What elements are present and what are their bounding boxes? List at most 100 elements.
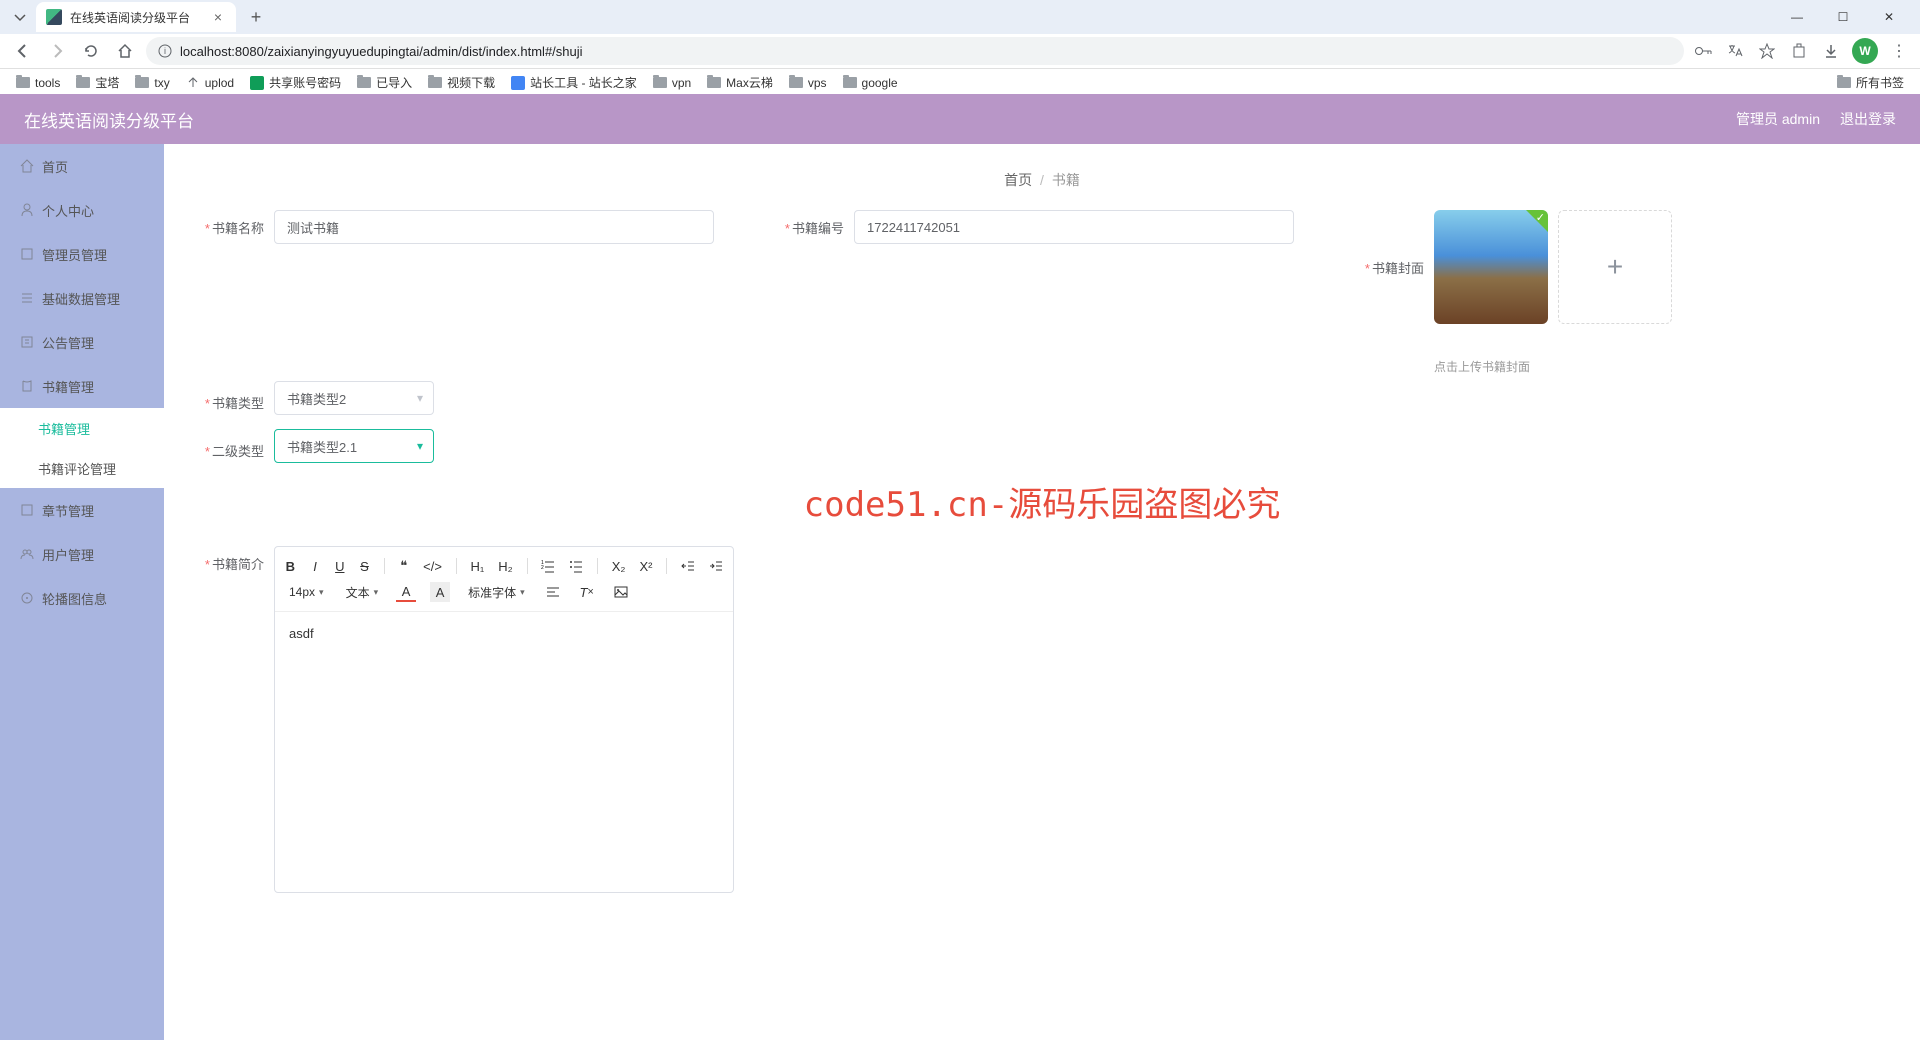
row-cover: *书籍封面 ✓ + 点击上传书籍封面 [1344, 210, 1884, 375]
bookmark-tools[interactable]: tools [10, 73, 66, 93]
address-bar: i localhost:8080/zaixianyingyuyuedupingt… [0, 34, 1920, 68]
sidebar-item-carousel[interactable]: 轮播图信息 [0, 576, 164, 620]
h2-button[interactable]: H₂ [498, 556, 512, 576]
font-family-select[interactable]: 标准字体▾ [464, 584, 529, 601]
svg-text:2: 2 [541, 565, 544, 571]
bookmark-share-pwd[interactable]: 共享账号密码 [244, 71, 347, 94]
bookmark-txy[interactable]: txy [129, 73, 175, 93]
browser-chrome: 在线英语阅读分级平台 × + — ☐ ✕ i localhost:8080/za… [0, 0, 1920, 94]
book-subtype-select[interactable]: 书籍类型2.1▾ [274, 429, 434, 463]
bookmark-max[interactable]: Max云梯 [701, 71, 779, 94]
upload-add-button[interactable]: + [1558, 210, 1672, 324]
bookmark-baota[interactable]: 宝塔 [70, 71, 125, 94]
folder-icon [707, 77, 721, 88]
italic-button[interactable]: I [310, 556, 321, 576]
sidebar-item-profile[interactable]: 个人中心 [0, 188, 164, 232]
url-text: localhost:8080/zaixianyingyuyuedupingtai… [180, 44, 583, 59]
admin-icon [20, 247, 34, 261]
bookmark-star-icon[interactable] [1756, 40, 1778, 62]
back-button[interactable] [10, 38, 36, 64]
book-no-input[interactable] [854, 210, 1294, 244]
maximize-button[interactable]: ☐ [1820, 2, 1866, 32]
site-info-icon: i [158, 44, 172, 58]
watermark-text: code51.cn-源码乐园盗图必究 [184, 477, 1900, 526]
extensions-icon[interactable] [1788, 40, 1810, 62]
all-bookmarks[interactable]: 所有书签 [1831, 71, 1910, 94]
site-icon [511, 76, 525, 90]
sidebar-item-admin[interactable]: 管理员管理 [0, 232, 164, 276]
bookmark-webmaster[interactable]: 站长工具 - 站长之家 [505, 71, 643, 94]
tab-close-button[interactable]: × [210, 9, 226, 25]
book-name-input[interactable] [274, 210, 714, 244]
sheet-icon [250, 76, 264, 90]
subscript-button[interactable]: X₂ [612, 556, 626, 576]
close-window-button[interactable]: ✕ [1866, 2, 1912, 32]
sidebar: 首页 个人中心 管理员管理 基础数据管理 公告管理 书籍管理 书籍管理 书籍评论… [0, 144, 164, 1040]
home-button[interactable] [112, 38, 138, 64]
code-button[interactable]: </> [423, 556, 442, 576]
reload-button[interactable] [78, 38, 104, 64]
bookmark-vps[interactable]: vps [783, 73, 833, 93]
indent-button[interactable] [709, 556, 723, 576]
sidebar-item-notice[interactable]: 公告管理 [0, 320, 164, 364]
editor-content[interactable]: asdf [275, 612, 733, 892]
superscript-button[interactable]: X² [639, 556, 652, 576]
sidebar-item-basedata[interactable]: 基础数据管理 [0, 276, 164, 320]
user-info[interactable]: 管理员 admin [1736, 109, 1820, 129]
text-color-button[interactable]: A [396, 582, 416, 602]
download-icon[interactable] [1820, 40, 1842, 62]
h1-button[interactable]: H₁ [470, 556, 484, 576]
logout-link[interactable]: 退出登录 [1840, 109, 1896, 129]
new-tab-button[interactable]: + [242, 3, 270, 31]
url-input[interactable]: i localhost:8080/zaixianyingyuyuedupingt… [146, 37, 1684, 65]
underline-button[interactable]: U [334, 556, 345, 576]
editor-toolbar: B I U S ❝ </> H₁ H₂ 1 [275, 547, 733, 612]
password-icon[interactable] [1692, 40, 1714, 62]
app-header: 在线英语阅读分级平台 管理员 admin 退出登录 [0, 94, 1920, 144]
folder-icon [135, 77, 149, 88]
folder-icon [76, 77, 90, 88]
tab-search-button[interactable] [8, 5, 32, 29]
window-controls: — ☐ ✕ [1774, 2, 1912, 32]
profile-avatar[interactable]: W [1852, 38, 1878, 64]
quote-button[interactable]: ❝ [398, 556, 409, 576]
bookmark-video[interactable]: 视频下载 [422, 71, 501, 94]
tab-title: 在线英语阅读分级平台 [70, 9, 210, 26]
menu-button[interactable]: ⋮ [1888, 40, 1910, 62]
forward-button[interactable] [44, 38, 70, 64]
strike-button[interactable]: S [359, 556, 370, 576]
carousel-icon [20, 591, 34, 605]
sidebar-item-users[interactable]: 用户管理 [0, 532, 164, 576]
bold-button[interactable]: B [285, 556, 296, 576]
browser-tab[interactable]: 在线英语阅读分级平台 × [36, 2, 236, 32]
translate-icon[interactable] [1724, 40, 1746, 62]
up-icon [186, 76, 200, 90]
chevron-down-icon: ▾ [417, 439, 423, 453]
sidebar-subitem-book-manage[interactable]: 书籍管理 [0, 408, 164, 448]
sidebar-subitem-book-comments[interactable]: 书籍评论管理 [0, 448, 164, 488]
clear-format-button[interactable]: T× [577, 582, 597, 602]
sidebar-item-books[interactable]: 书籍管理 [0, 364, 164, 408]
text-style-select[interactable]: 文本▾ [342, 584, 383, 601]
breadcrumb-home[interactable]: 首页 [1004, 172, 1032, 188]
bg-color-button[interactable]: A [430, 582, 450, 602]
align-button[interactable] [543, 582, 563, 602]
bookmark-google[interactable]: google [837, 73, 904, 93]
minimize-button[interactable]: — [1774, 2, 1820, 32]
bookmark-uplod[interactable]: uplod [180, 73, 240, 93]
bookmark-bar: tools 宝塔 txy uplod 共享账号密码 已导入 视频下载 站长工具 … [0, 68, 1920, 96]
bookmark-vpn[interactable]: vpn [647, 73, 697, 93]
ordered-list-button[interactable]: 12 [541, 556, 555, 576]
bookmark-imported[interactable]: 已导入 [351, 71, 418, 94]
sidebar-item-home[interactable]: 首页 [0, 144, 164, 188]
folder-icon [16, 77, 30, 88]
cover-thumbnail[interactable]: ✓ [1434, 210, 1548, 324]
font-size-select[interactable]: 14px▾ [285, 585, 328, 599]
users-icon [20, 547, 34, 561]
folder-icon [843, 77, 857, 88]
bullet-list-button[interactable] [569, 556, 583, 576]
book-type-select[interactable]: 书籍类型2▾ [274, 381, 434, 415]
outdent-button[interactable] [681, 556, 695, 576]
image-button[interactable] [611, 582, 631, 602]
sidebar-item-chapters[interactable]: 章节管理 [0, 488, 164, 532]
